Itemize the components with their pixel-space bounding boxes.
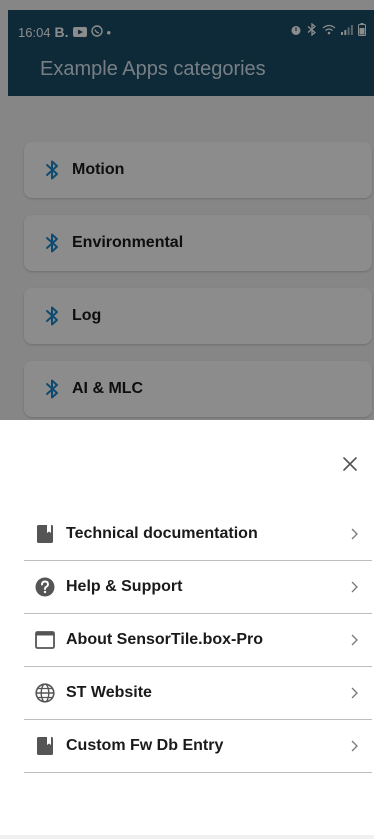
close-icon bbox=[343, 457, 357, 471]
menu-item-label: Help & Support bbox=[66, 578, 183, 595]
globe-icon bbox=[35, 683, 55, 703]
chevron-right-icon bbox=[351, 740, 358, 752]
app-screen: 16:04 B. • Example Apps categories Motio… bbox=[0, 0, 374, 420]
chevron-right-icon bbox=[351, 528, 358, 540]
menu-item-label: Technical documentation bbox=[66, 525, 258, 542]
modal-scrim[interactable] bbox=[0, 0, 374, 420]
menu-item-custom-fw-db-entry[interactable]: Custom Fw Db Entry bbox=[24, 720, 372, 773]
menu-item-label: ST Website bbox=[66, 684, 152, 701]
sheet-menu: Technical documentation Help & Support A… bbox=[24, 508, 372, 773]
menu-item-technical-documentation[interactable]: Technical documentation bbox=[24, 508, 372, 561]
window-icon bbox=[35, 631, 55, 649]
navigation-bar bbox=[0, 835, 374, 839]
chevron-right-icon bbox=[351, 687, 358, 699]
menu-item-help-support[interactable]: Help & Support bbox=[24, 561, 372, 614]
chevron-right-icon bbox=[351, 634, 358, 646]
menu-item-about[interactable]: About SensorTile.box-Pro bbox=[24, 614, 372, 667]
book-icon bbox=[37, 525, 53, 543]
chevron-right-icon bbox=[351, 581, 358, 593]
close-button[interactable] bbox=[338, 452, 362, 476]
menu-item-label: Custom Fw Db Entry bbox=[66, 737, 224, 754]
menu-item-label: About SensorTile.box-Pro bbox=[66, 631, 264, 648]
help-icon bbox=[35, 577, 55, 597]
bottom-sheet: Technical documentation Help & Support A… bbox=[0, 420, 374, 839]
book-icon bbox=[37, 737, 53, 755]
menu-item-st-website[interactable]: ST Website bbox=[24, 667, 372, 720]
